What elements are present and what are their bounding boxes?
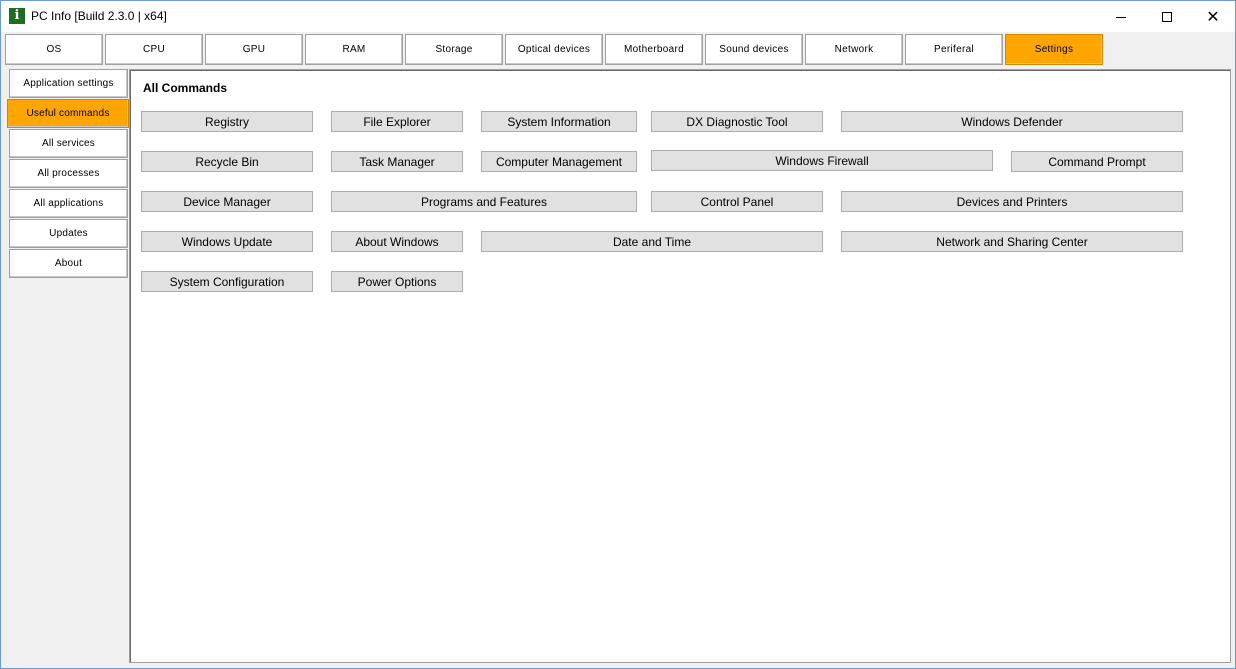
tab-settings[interactable]: Settings [1005,34,1103,65]
task-manager-button[interactable]: Task Manager [331,151,463,172]
sidebar-item-all-applications[interactable]: All applications [9,189,128,218]
recycle-bin-button[interactable]: Recycle Bin [141,151,313,172]
app-window: i PC Info [Build 2.3.0 | x64] ✕ OS CPU G… [0,0,1236,669]
tab-motherboard[interactable]: Motherboard [605,34,703,65]
sidebar-item-useful-commands[interactable]: Useful commands [7,99,129,128]
sidebar-item-updates[interactable]: Updates [9,219,128,248]
tab-cpu[interactable]: CPU [105,34,203,65]
close-button[interactable]: ✕ [1190,1,1235,32]
settings-sidebar: Application settings Useful commands All… [1,67,129,667]
sidebar-item-about[interactable]: About [9,249,128,278]
sidebar-item-application-settings[interactable]: Application settings [9,69,128,98]
dx-diagnostic-tool-button[interactable]: DX Diagnostic Tool [651,111,823,132]
commands-panel: All Commands Registry File Explorer Syst… [129,69,1231,663]
power-options-button[interactable]: Power Options [331,271,463,292]
control-panel-button[interactable]: Control Panel [651,191,823,212]
devices-and-printers-button[interactable]: Devices and Printers [841,191,1183,212]
computer-management-button[interactable]: Computer Management [481,151,637,172]
tab-ram[interactable]: RAM [305,34,403,65]
tab-gpu[interactable]: GPU [205,34,303,65]
system-configuration-button[interactable]: System Configuration [141,271,313,292]
programs-and-features-button[interactable]: Programs and Features [331,191,637,212]
file-explorer-button[interactable]: File Explorer [331,111,463,132]
device-manager-button[interactable]: Device Manager [141,191,313,212]
tab-storage[interactable]: Storage [405,34,503,65]
about-windows-button[interactable]: About Windows [331,231,463,252]
tab-optical-devices[interactable]: Optical devices [505,34,603,65]
maximize-button[interactable] [1144,1,1190,32]
system-information-button[interactable]: System Information [481,111,637,132]
tab-network[interactable]: Network [805,34,903,65]
window-edge [1231,67,1235,667]
tab-periferal[interactable]: Periferal [905,34,1003,65]
registry-button[interactable]: Registry [141,111,313,132]
tab-os[interactable]: OS [5,34,103,65]
windows-update-button[interactable]: Windows Update [141,231,313,252]
minimize-icon [1116,16,1126,18]
window-title: PC Info [Build 2.3.0 | x64] [31,9,167,23]
sidebar-item-all-services[interactable]: All services [9,129,128,158]
network-and-sharing-center-button[interactable]: Network and Sharing Center [841,231,1183,252]
tab-strip: OS CPU GPU RAM Storage Optical devices M… [1,32,1235,67]
command-prompt-button[interactable]: Command Prompt [1011,151,1183,172]
close-icon: ✕ [1206,6,1220,26]
windows-firewall-button[interactable]: Windows Firewall [651,150,993,171]
section-title: All Commands [143,81,228,95]
minimize-button[interactable] [1098,1,1144,32]
maximize-icon [1162,11,1172,22]
tab-sound-devices[interactable]: Sound devices [705,34,803,65]
title-bar[interactable]: i PC Info [Build 2.3.0 | x64] ✕ [1,1,1235,32]
windows-defender-button[interactable]: Windows Defender [841,111,1183,132]
info-icon: i [9,8,25,24]
sidebar-item-all-processes[interactable]: All processes [9,159,128,188]
date-and-time-button[interactable]: Date and Time [481,231,823,252]
